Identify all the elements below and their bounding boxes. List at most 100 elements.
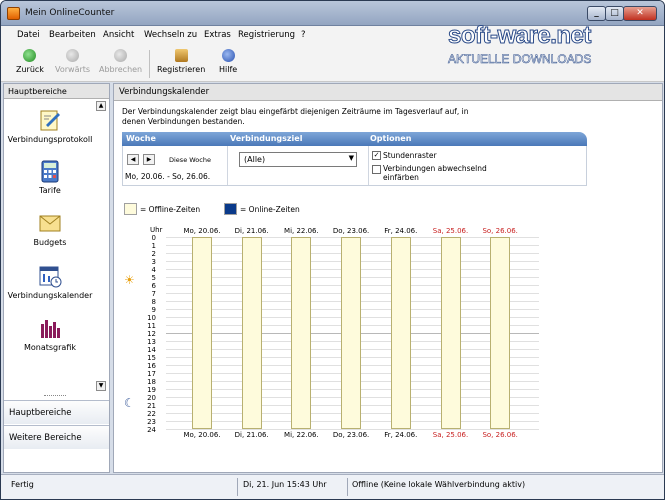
sidebar-item-monatsgrafik[interactable]: Monatsgrafik xyxy=(4,316,96,352)
sidebar-header: Hauptbereiche xyxy=(4,84,109,99)
day-label-top: Do, 23.06. xyxy=(332,227,370,235)
hour-label: 21 xyxy=(147,402,156,410)
help-label: Hilfe xyxy=(219,65,238,74)
sidebar-scroll-down[interactable]: ▼ xyxy=(96,381,106,391)
day-column[interactable] xyxy=(291,237,312,429)
filter-panel: ◀ ▶ Diese Woche Mo, 20.06. - So, 26.06. … xyxy=(122,146,587,186)
close-button[interactable]: ✕ xyxy=(623,6,657,21)
help-button[interactable]: Hilfe xyxy=(219,49,237,74)
help-icon xyxy=(221,49,235,62)
register-button[interactable]: Registrieren xyxy=(157,49,205,74)
alternate-color-checkbox[interactable] xyxy=(372,165,381,174)
back-arrow-icon xyxy=(23,49,37,62)
connection-calendar: Uhr ☀ ☾ 0 1 2 3 4 5 6 7 8 9 10 11 12 13 14 15 16 17 18 19 20… xyxy=(124,223,539,439)
hour-label: 11 xyxy=(147,322,156,330)
menu-datei[interactable]: Datei xyxy=(17,30,40,40)
sidebar-item-budgets[interactable]: Budgets xyxy=(4,211,96,247)
hour-label: 10 xyxy=(147,314,156,322)
envelope-icon xyxy=(39,215,61,232)
sidebar-splitter[interactable] xyxy=(44,395,66,397)
day-label-bottom: Fr, 24.06. xyxy=(384,431,418,439)
day-label-bottom: So, 26.06. xyxy=(482,431,518,439)
hour-label: 14 xyxy=(147,346,156,354)
forward-label: Vorwärts xyxy=(55,65,91,74)
sidebar-scroll-up[interactable]: ▲ xyxy=(96,101,106,111)
target-select-value: (Alle) xyxy=(244,155,266,164)
day-label-top: Fr, 24.06. xyxy=(384,227,418,235)
maximize-button[interactable]: □ xyxy=(605,6,624,21)
day-column[interactable] xyxy=(341,237,362,429)
offline-legend-label: = Offline-Zeiten xyxy=(140,205,201,214)
day-label-top: Mi, 22.06. xyxy=(284,227,319,235)
menu-help[interactable]: ? xyxy=(301,30,306,40)
status-text: Fertig xyxy=(11,480,34,489)
this-week-link[interactable]: Diese Woche xyxy=(169,156,211,164)
menu-wechseln-zu[interactable]: Wechseln zu xyxy=(144,30,197,40)
watermark-tagline: AKTUELLE DOWNLOADS xyxy=(448,52,592,67)
chevron-down-icon: ▼ xyxy=(348,154,354,162)
menu-registrierung[interactable]: Registrierung xyxy=(238,30,295,40)
toolbar-separator xyxy=(149,50,150,78)
description-text: Der Verbindungskalender zeigt blau einge… xyxy=(122,107,469,126)
sidebar-item-label: Verbindungskalender xyxy=(7,291,93,300)
day-label-bottom: Do, 23.06. xyxy=(332,431,370,439)
hour-label: 3 xyxy=(151,258,156,266)
hour-axis-unit: Uhr xyxy=(150,226,163,234)
sidebar-item-tarife[interactable]: Tarife xyxy=(4,159,96,195)
hour-gridline xyxy=(166,429,539,430)
filter-divider xyxy=(227,146,228,185)
menu-bearbeiten[interactable]: Bearbeiten xyxy=(49,30,96,40)
hour-label: 6 xyxy=(151,282,156,290)
date-range: Mo, 20.06. - So, 26.06. xyxy=(125,172,211,181)
hour-label: 13 xyxy=(147,338,156,346)
day-column[interactable] xyxy=(390,237,411,429)
forward-button[interactable]: Vorwärts xyxy=(55,49,90,74)
minimize-button[interactable]: _ xyxy=(587,6,606,21)
day-label-bottom: Mo, 20.06. xyxy=(183,431,221,439)
sidebar-section-weitere-bereiche[interactable]: Weitere Bereiche xyxy=(4,425,109,449)
next-week-button[interactable]: ▶ xyxy=(143,154,155,165)
hour-label: 7 xyxy=(151,290,156,298)
app-icon xyxy=(7,7,20,20)
sidebar-item-verbindungskalender[interactable]: Verbindungskalender xyxy=(4,264,96,300)
day-label-top: Di, 21.06. xyxy=(234,227,269,235)
hour-label: 16 xyxy=(147,362,156,370)
stundenraster-checkbox[interactable]: ✓ xyxy=(372,151,381,160)
status-divider xyxy=(347,478,348,496)
register-label: Registrieren xyxy=(157,65,206,74)
cancel-button[interactable]: Abbrechen xyxy=(99,49,142,74)
hour-label: 23 xyxy=(147,418,156,426)
day-column[interactable] xyxy=(241,237,262,429)
prev-week-button[interactable]: ◀ xyxy=(127,154,139,165)
day-label-bottom: Mi, 22.06. xyxy=(284,431,319,439)
moon-icon: ☾ xyxy=(124,396,135,410)
sidebar-item-label: Verbindungsprotokoll xyxy=(7,135,93,144)
sidebar-section-hauptbereiche[interactable]: Hauptbereiche xyxy=(4,400,109,424)
sidebar-item-verbindungsprotokoll[interactable]: Verbindungsprotokoll xyxy=(4,108,96,144)
hour-label: 20 xyxy=(147,394,156,402)
page-title: Verbindungskalender xyxy=(114,84,662,101)
day-column[interactable] xyxy=(440,237,461,429)
hour-label: 4 xyxy=(151,266,156,274)
alternate-color-label: Verbindungen abwechselnd einfärben xyxy=(383,164,487,182)
hour-label: 9 xyxy=(151,306,156,314)
day-column[interactable] xyxy=(192,237,212,429)
sidebar-item-label: Monatsgrafik xyxy=(23,343,76,352)
hour-label: 2 xyxy=(151,250,156,258)
day-column[interactable] xyxy=(490,237,511,429)
hour-label: 18 xyxy=(147,378,156,386)
sun-icon: ☀ xyxy=(124,273,135,287)
status-divider xyxy=(237,478,238,496)
target-select[interactable]: (Alle) ▼ xyxy=(239,152,357,167)
watermark-logo: soft-ware.net xyxy=(448,22,592,50)
stop-icon xyxy=(114,49,128,62)
online-legend-swatch xyxy=(224,203,237,215)
menu-ansicht[interactable]: Ansicht xyxy=(103,30,134,40)
hour-label: 22 xyxy=(147,410,156,418)
menu-extras[interactable]: Extras xyxy=(204,30,231,40)
back-button[interactable]: Zurück xyxy=(16,49,44,74)
window-title: Mein OnlineCounter xyxy=(25,8,115,18)
calculator-icon xyxy=(41,160,59,183)
day-label-top: So, 26.06. xyxy=(482,227,518,235)
sidebar: Hauptbereiche ▲ Verbindungsprotokoll Tar… xyxy=(3,83,110,473)
